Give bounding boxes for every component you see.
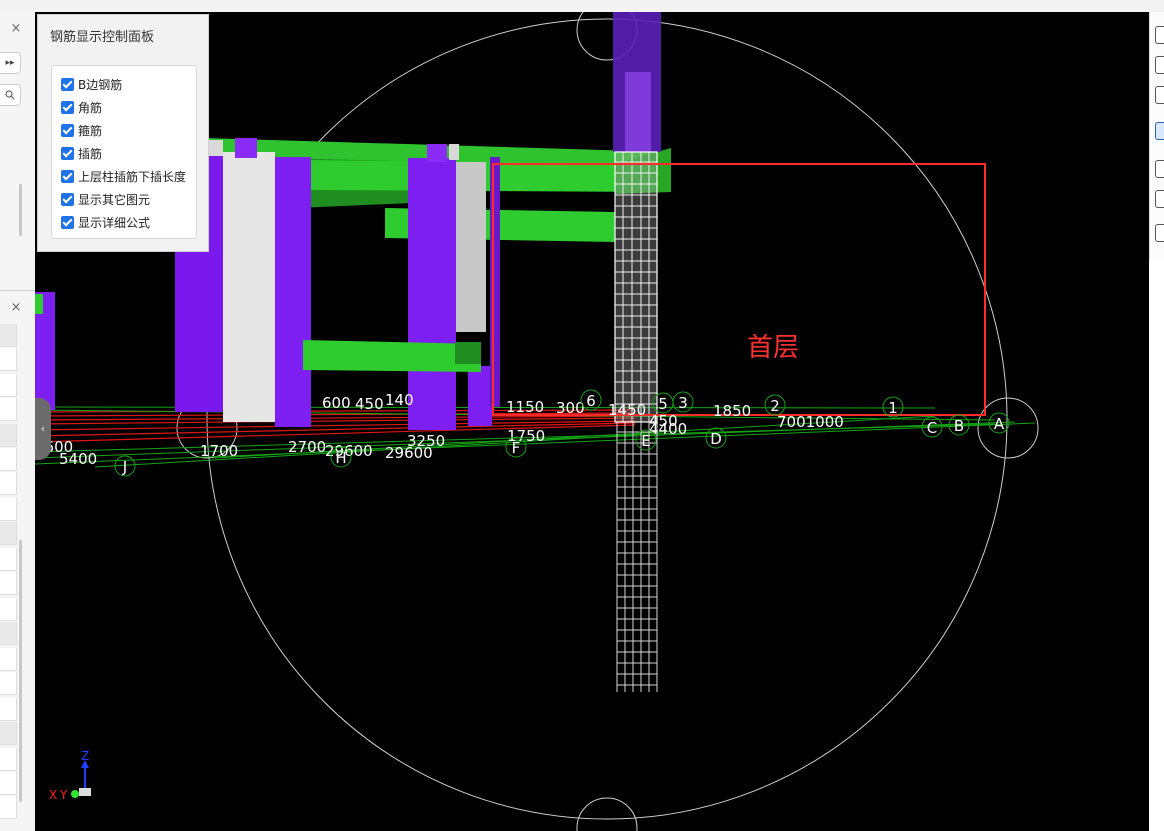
axis-bubble-label: 1: [888, 399, 898, 417]
rebar-display-control-panel: 钢筋显示控制面板 B边钢筋 角筋 箍筋 插筋 上层柱插筋下插长度 显示其它图元 …: [37, 14, 209, 252]
collapse-panel-handle[interactable]: ‹: [35, 398, 51, 460]
axis-bubble-label: A: [994, 415, 1005, 433]
list-row[interactable]: [0, 424, 17, 447]
list-row[interactable]: [0, 548, 17, 571]
option-label: 显示详细公式: [78, 215, 151, 230]
dimension-label: 1450: [608, 401, 646, 419]
checkbox-checked-icon[interactable]: [61, 77, 74, 91]
axis-bubble-label: H: [335, 449, 346, 467]
dimension-label: 1700: [200, 442, 238, 460]
option-dowel-rebar[interactable]: 插筋: [61, 144, 102, 162]
list-row[interactable]: [0, 772, 17, 795]
dimension-label: 29600: [385, 444, 433, 462]
scrollbar[interactable]: [19, 184, 22, 236]
dimension-label: 7001000: [777, 413, 844, 431]
dimension-label: 450: [649, 412, 678, 430]
list-row[interactable]: [0, 522, 17, 545]
checkbox-checked-icon[interactable]: [61, 192, 74, 206]
option-label: 角筋: [78, 100, 103, 115]
list-row[interactable]: [0, 498, 17, 521]
view-icon[interactable]: [1155, 190, 1164, 208]
axis-bubble-label: 6: [586, 392, 596, 410]
dimension-label: 300: [556, 399, 585, 417]
list-row[interactable]: [0, 348, 17, 371]
option-list: B边钢筋 角筋 箍筋 插筋 上层柱插筋下插长度 显示其它图元 显示详细公式: [51, 65, 197, 239]
2d-icon[interactable]: [1155, 56, 1164, 74]
view-circle-bottom: [576, 797, 638, 831]
3d-icon[interactable]: [1155, 122, 1164, 140]
axis-bubble-label: 3: [678, 394, 688, 412]
option-b-side-rebar[interactable]: B边钢筋: [61, 75, 122, 93]
option-label: 上层柱插筋下插长度: [78, 169, 187, 184]
option-show-detailed-formula[interactable]: 显示详细公式: [61, 213, 150, 231]
checkbox-checked-icon[interactable]: [61, 146, 74, 160]
option-label: 插筋: [78, 146, 103, 161]
list-row[interactable]: [0, 398, 17, 421]
scrollbar[interactable]: [19, 540, 22, 802]
list-row[interactable]: [0, 324, 17, 347]
option-show-other-elements[interactable]: 显示其它图元: [61, 190, 150, 208]
floor-label: 首层: [747, 333, 799, 363]
close-icon[interactable]: ×: [9, 301, 23, 315]
rotate-icon[interactable]: [1155, 26, 1164, 44]
select-icon[interactable]: [1155, 160, 1164, 178]
axis-z-label: Z: [81, 749, 89, 763]
axis-bubble-label: B: [954, 417, 964, 435]
axis-x-label: X: [49, 788, 57, 802]
checkbox-checked-icon[interactable]: [61, 169, 74, 183]
floor-highlight-box: [492, 163, 986, 416]
axis-bubble-label: J: [122, 458, 127, 476]
left-side-panel: × ▸▸ ×: [0, 12, 36, 831]
divider: [0, 290, 35, 291]
axis-bubble-label: 2: [770, 397, 780, 415]
checkbox-checked-icon[interactable]: [61, 215, 74, 229]
axis-bubble-label: 5: [658, 395, 668, 413]
list-row[interactable]: [0, 648, 17, 671]
axis-bubble-label: C: [927, 419, 937, 437]
option-label: 箍筋: [78, 123, 103, 138]
list-row[interactable]: [0, 796, 17, 819]
app-window: × ▸▸ × ‹ 首层 600 450 140 1150 300 1450 18…: [0, 0, 1164, 831]
dimension-label: 1150: [506, 398, 544, 416]
list-icon[interactable]: [1155, 224, 1164, 242]
axis-bubble-label: D: [710, 430, 722, 448]
right-view-toolbar: [1149, 12, 1164, 260]
dimension-label: 600: [322, 394, 351, 412]
dimension-label: 450: [355, 395, 384, 413]
checkbox-checked-icon[interactable]: [61, 100, 74, 114]
list-row[interactable]: [0, 598, 17, 621]
list-row[interactable]: [0, 698, 17, 721]
dimension-label: 140: [385, 391, 414, 409]
axis-y-label: Y: [59, 788, 68, 802]
list-row[interactable]: [0, 572, 17, 595]
expand-icon[interactable]: ▸▸: [0, 52, 21, 74]
box-icon[interactable]: [1155, 86, 1164, 104]
list-row[interactable]: [0, 722, 17, 745]
axis-bubble-label: F: [512, 439, 521, 457]
dimension-label: 1850: [713, 402, 751, 420]
list-row[interactable]: [0, 672, 17, 695]
list-row[interactable]: [0, 748, 17, 771]
axis-indicator: Z X Y: [49, 749, 91, 802]
panel-title: 钢筋显示控制面板: [50, 30, 155, 45]
option-label: B边钢筋: [78, 77, 123, 92]
option-upper-dowel-length[interactable]: 上层柱插筋下插长度: [61, 167, 186, 185]
list-row[interactable]: [0, 472, 17, 495]
option-stirrup[interactable]: 箍筋: [61, 121, 102, 139]
axis-bubble-label: E: [641, 432, 650, 450]
close-icon[interactable]: ×: [9, 22, 23, 36]
option-corner-rebar[interactable]: 角筋: [61, 98, 102, 116]
checkbox-checked-icon[interactable]: [61, 123, 74, 137]
list-row[interactable]: [0, 622, 17, 645]
option-label: 显示其它图元: [78, 192, 151, 207]
search-icon[interactable]: [0, 84, 21, 106]
list-row[interactable]: [0, 374, 17, 397]
list-row[interactable]: [0, 448, 17, 471]
dimension-label: 2700: [288, 438, 326, 456]
